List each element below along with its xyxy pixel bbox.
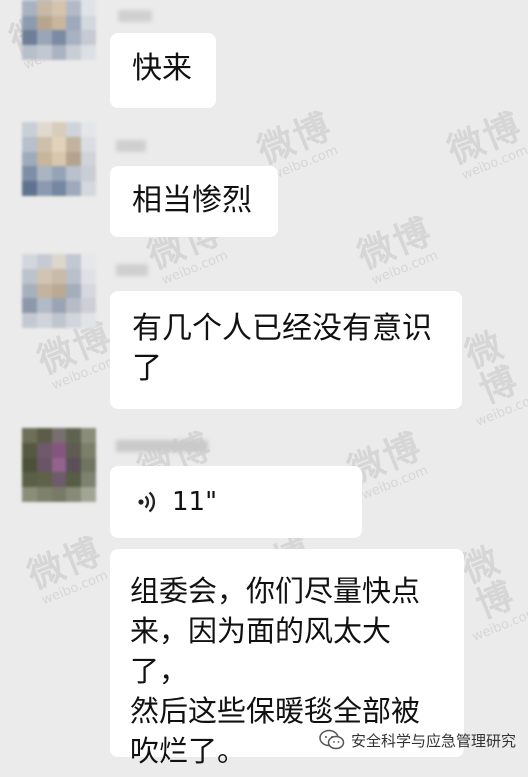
sender-name-blurred xyxy=(116,264,148,276)
voice-message-bubble[interactable]: 11" xyxy=(110,466,362,538)
source-credit: 安全科学与应急管理研究 xyxy=(319,729,516,751)
credit-text: 安全科学与应急管理研究 xyxy=(350,731,516,750)
message-text: 有几个人已经没有意识 了 xyxy=(132,311,432,386)
watermark: 微博weibo.com xyxy=(352,210,441,289)
avatar[interactable] xyxy=(22,254,96,328)
wechat-icon xyxy=(319,729,345,750)
message-bubble[interactable]: 快来 xyxy=(110,33,216,108)
message-bubble[interactable]: 相当惨烈 xyxy=(110,166,278,237)
message-bubble[interactable]: 有几个人已经没有意识 了 xyxy=(110,291,462,409)
watermark: 微博weibo.com xyxy=(442,105,528,184)
voice-wave-icon xyxy=(138,491,156,513)
sender-name-blurred xyxy=(118,10,152,22)
watermark: 微博weibo.com xyxy=(22,530,111,609)
message-text: 快来 xyxy=(132,51,192,86)
sender-name-blurred xyxy=(116,440,208,452)
sender-name-blurred xyxy=(116,140,146,152)
message-bubble[interactable]: 组委会，你们尽量快点 来，因为面的风太大了， 然后这些保暖毯全部被 吹烂了。 xyxy=(110,549,464,768)
message-text: 相当惨烈 xyxy=(132,183,252,218)
avatar[interactable] xyxy=(22,122,96,196)
voice-duration: 11" xyxy=(172,487,218,517)
avatar[interactable] xyxy=(22,428,96,502)
chat-area: 微博 weibo.com 微博 weibo.com 微博 weibo.com 微博 we… xyxy=(0,0,528,777)
avatar[interactable] xyxy=(22,0,96,60)
